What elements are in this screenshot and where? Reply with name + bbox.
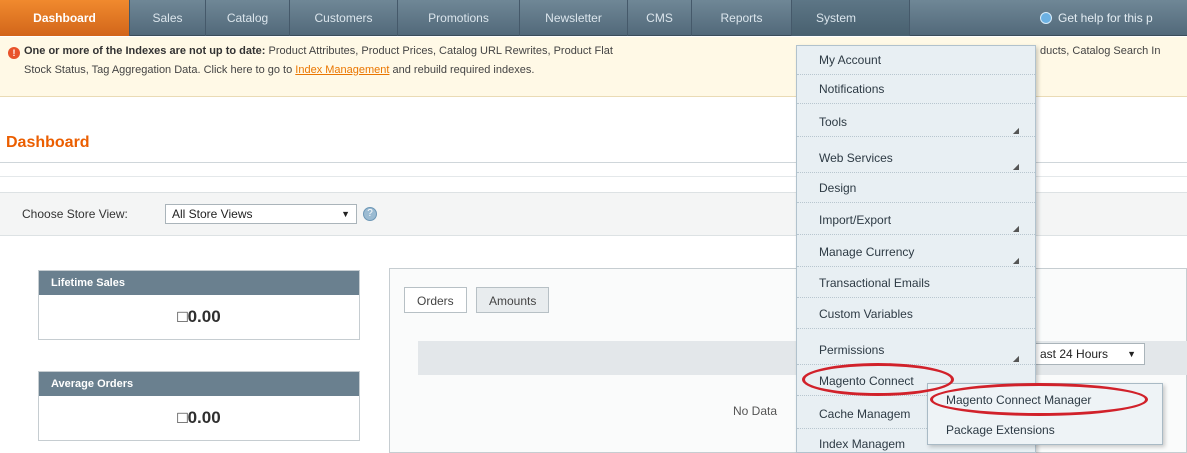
stat-value: □0.00 — [177, 307, 221, 326]
menu-label: My Account — [819, 53, 882, 67]
tab-amounts[interactable]: Amounts — [476, 287, 550, 313]
nav-newsletter[interactable]: Newsletter — [520, 0, 628, 36]
menu-label: Design — [819, 181, 857, 195]
menu-item-custom-variables[interactable]: Custom Variables — [797, 300, 1035, 329]
menu-label: Web Services — [819, 151, 893, 165]
menu-label: Index Managem — [819, 437, 906, 451]
menu-item-import-export[interactable]: Import/Export ◢ — [797, 206, 1035, 235]
menu-label: Cache Managem — [819, 407, 911, 421]
stat-label: Average Orders — [39, 372, 359, 396]
warning-icon: ! — [8, 47, 20, 59]
menu-item-magento-connect-manager[interactable]: Magento Connect Manager — [928, 385, 1162, 415]
store-view-select[interactable]: All Store Views ▼ — [165, 204, 357, 224]
store-view-value: All Store Views — [172, 207, 253, 221]
nav-sales[interactable]: Sales — [130, 0, 206, 36]
menu-label: Custom Variables — [819, 307, 913, 321]
help-link[interactable]: Get help for this p — [1040, 0, 1153, 36]
menu-label: Transactional Emails — [819, 276, 930, 290]
submenu-arrow-icon: ◢ — [1012, 224, 1019, 233]
page-title: Dashboard — [6, 134, 90, 151]
help-icon[interactable]: ? — [363, 207, 377, 221]
nav-dashboard[interactable]: Dashboard — [0, 0, 130, 36]
range-value: ast 24 Hours — [1040, 347, 1109, 361]
range-select[interactable]: ast 24 Hours ▼ — [1035, 343, 1145, 365]
index-management-link[interactable]: Index Management — [295, 64, 389, 76]
submenu-arrow-icon: ◢ — [1012, 162, 1019, 171]
lifetime-sales-box: Lifetime Sales □0.00 — [38, 270, 360, 340]
menu-item-tools[interactable]: Tools ◢ — [797, 108, 1035, 137]
chevron-down-icon: ▼ — [341, 209, 350, 219]
nav-cms[interactable]: CMS — [628, 0, 692, 36]
menu-item-package-extensions[interactable]: Package Extensions — [928, 415, 1162, 445]
store-view-label: Choose Store View: — [22, 207, 128, 221]
notice-line2-end: and rebuild required indexes. — [389, 64, 535, 76]
menu-item-manage-currency[interactable]: Manage Currency ◢ — [797, 238, 1035, 267]
menu-item-design[interactable]: Design — [797, 174, 1035, 203]
menu-item-permissions[interactable]: Permissions ◢ — [797, 336, 1035, 365]
menu-item-notifications[interactable]: Notifications — [797, 75, 1035, 104]
submenu-arrow-icon: ◢ — [1012, 256, 1019, 265]
menu-item-transactional-emails[interactable]: Transactional Emails — [797, 269, 1035, 298]
menu-label: Tools — [819, 115, 848, 129]
menu-label: Manage Currency — [819, 245, 915, 259]
menu-label: Notifications — [819, 82, 885, 96]
notice-line2-start: Stock Status, Tag Aggregation Data. Clic… — [24, 64, 296, 76]
nav-customers[interactable]: Customers — [290, 0, 398, 36]
stat-value: □0.00 — [177, 408, 221, 427]
nav-catalog[interactable]: Catalog — [206, 0, 290, 36]
nav-promotions[interactable]: Promotions — [398, 0, 520, 36]
no-data-text: No Data — [733, 404, 778, 418]
menu-label: Import/Export — [819, 213, 892, 227]
notice-line-2: Stock Status, Tag Aggregation Data. Clic… — [24, 64, 534, 76]
notice-line1-tail: ducts, Catalog Search In — [1040, 45, 1161, 57]
notice-line-1: One or more of the Indexes are not up to… — [24, 45, 613, 57]
notice-line1-rest: Product Attributes, Product Prices, Cata… — [265, 45, 613, 57]
help-icon — [1040, 11, 1052, 24]
menu-label: Magento Connect — [819, 374, 914, 388]
tab-orders[interactable]: Orders — [404, 287, 467, 313]
magento-connect-submenu: Magento Connect Manager Package Extensio… — [927, 383, 1163, 445]
top-navigation: Dashboard Sales Catalog Customers Promot… — [0, 0, 1187, 36]
stat-label: Lifetime Sales — [39, 271, 359, 295]
submenu-arrow-icon: ◢ — [1012, 354, 1019, 363]
menu-label: Permissions — [819, 343, 885, 357]
average-orders-box: Average Orders □0.00 — [38, 371, 360, 441]
help-text: Get help for this p — [1058, 11, 1153, 25]
menu-item-web-services[interactable]: Web Services ◢ — [797, 144, 1035, 173]
submenu-arrow-icon: ◢ — [1012, 126, 1019, 135]
notice-bold: One or more of the Indexes are not up to… — [24, 45, 266, 57]
menu-item-my-account[interactable]: My Account — [797, 46, 1035, 75]
nav-system[interactable]: System — [792, 0, 910, 36]
nav-reports[interactable]: Reports — [692, 0, 792, 36]
chevron-down-icon: ▼ — [1127, 349, 1136, 359]
